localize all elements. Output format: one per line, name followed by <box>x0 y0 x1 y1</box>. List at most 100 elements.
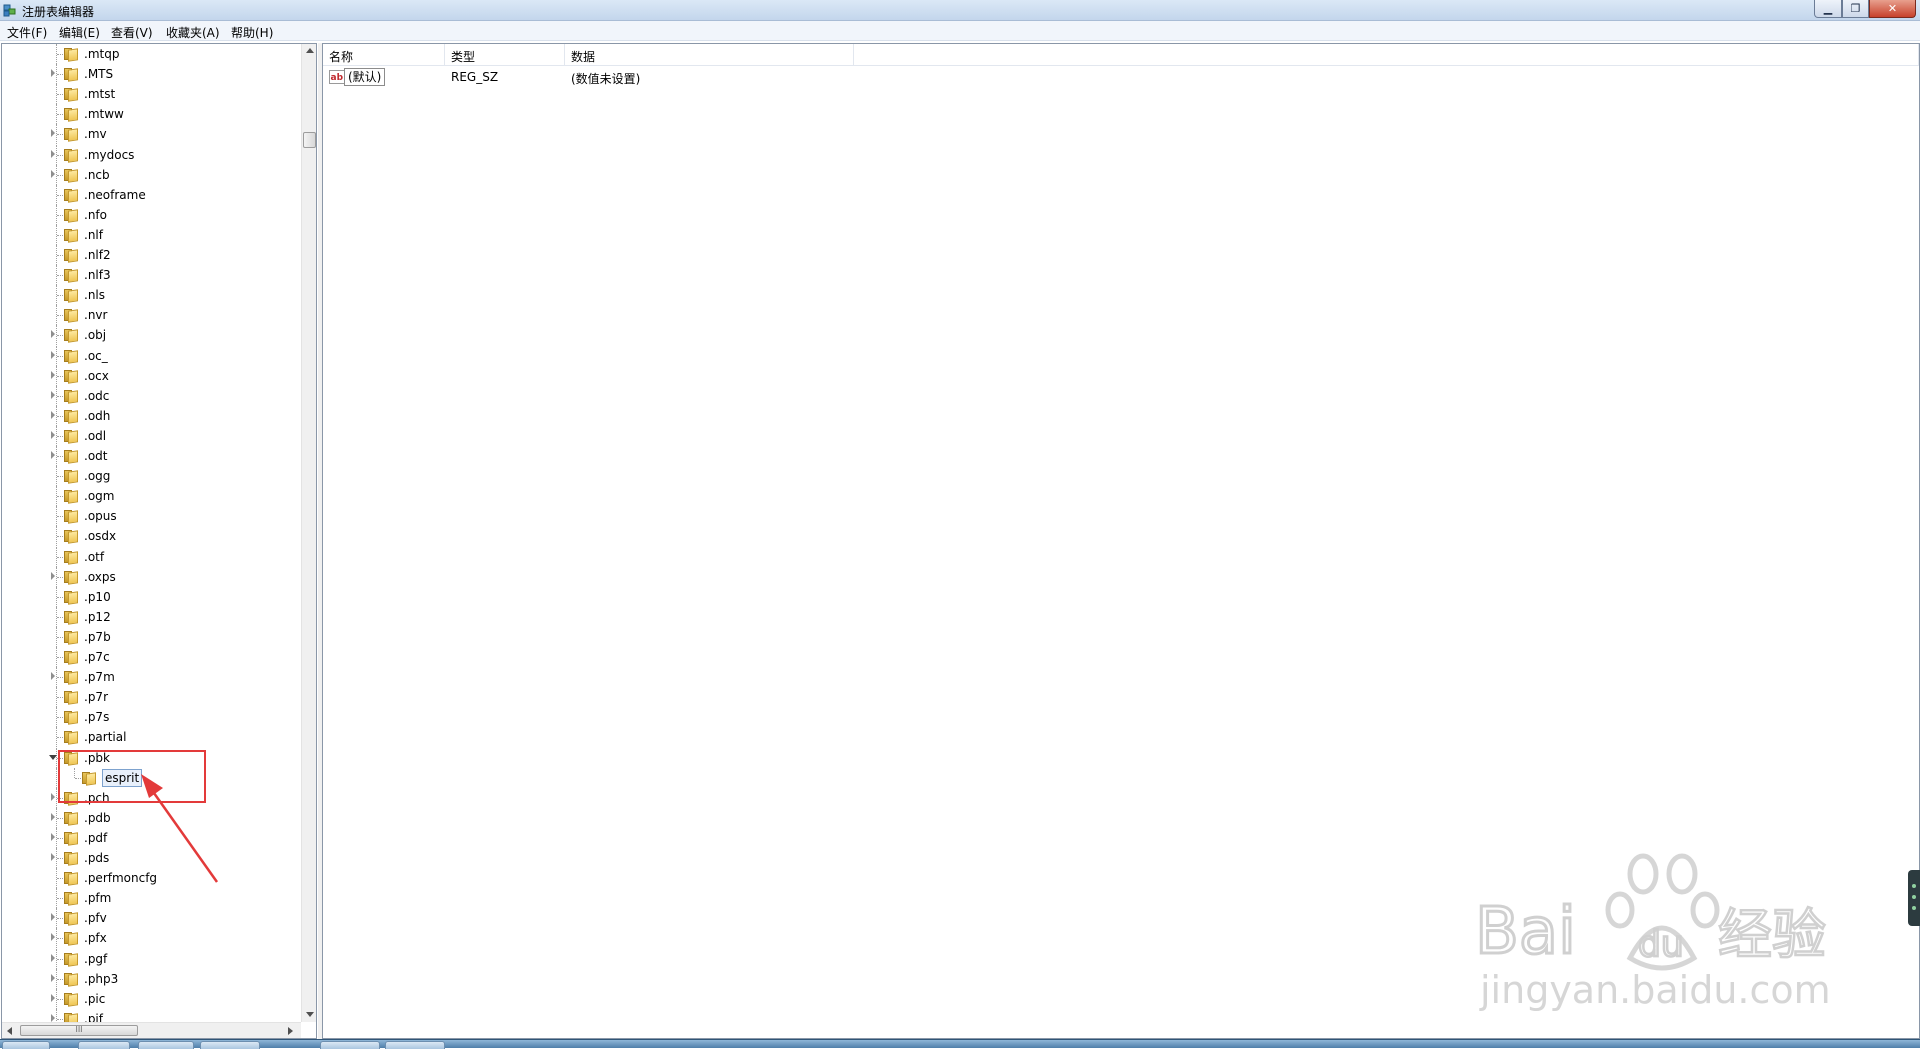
tree-key-ncb[interactable]: .ncb <box>2 165 300 185</box>
tree-key-odc[interactable]: .odc <box>2 386 300 406</box>
tree-key-mtqp[interactable]: .mtqp <box>2 44 300 64</box>
menu-favorites[interactable]: 收藏夹(A) <box>166 24 220 41</box>
expand-arrow-icon[interactable] <box>51 371 55 379</box>
folder-icon <box>64 188 79 203</box>
folder-icon <box>64 469 79 484</box>
expand-arrow-icon[interactable] <box>51 431 55 439</box>
expand-arrow-icon[interactable] <box>51 994 55 1002</box>
tree-key-oc[interactable]: .oc_ <box>2 346 300 366</box>
tree-item-label: .php3 <box>84 972 119 986</box>
tree-key-partial[interactable]: .partial <box>2 727 300 747</box>
expand-arrow-icon[interactable] <box>51 974 55 982</box>
expand-arrow-icon[interactable] <box>51 1014 55 1022</box>
tree-key-otf[interactable]: .otf <box>2 547 300 567</box>
tree-key-mv[interactable]: .mv <box>2 124 300 144</box>
folder-icon <box>64 570 79 585</box>
tree-key-obj[interactable]: .obj <box>2 325 300 345</box>
expand-arrow-icon[interactable] <box>51 672 55 680</box>
tree-key-ocx[interactable]: .ocx <box>2 366 300 386</box>
expand-arrow-icon[interactable] <box>51 813 55 821</box>
expand-arrow-icon[interactable] <box>51 129 55 137</box>
expand-arrow-icon[interactable] <box>51 933 55 941</box>
tree-key-mydocs[interactable]: .mydocs <box>2 145 300 165</box>
tree-key-p7m[interactable]: .p7m <box>2 667 300 687</box>
column-header-type[interactable]: 类型 <box>445 44 565 66</box>
tree-key-pic[interactable]: .pic <box>2 989 300 1009</box>
side-handle[interactable] <box>1908 870 1920 926</box>
tree-key-p7r[interactable]: .p7r <box>2 687 300 707</box>
tree-key-nlf3[interactable]: .nlf3 <box>2 265 300 285</box>
expand-arrow-icon[interactable] <box>51 391 55 399</box>
expand-arrow-icon[interactable] <box>51 351 55 359</box>
scroll-left-icon[interactable] <box>7 1027 12 1035</box>
scroll-thumb-horizontal[interactable]: III <box>20 1025 138 1036</box>
folder-icon <box>64 851 79 866</box>
expand-arrow-icon[interactable] <box>51 913 55 921</box>
expand-arrow-icon[interactable] <box>51 150 55 158</box>
tree-item-label: .pic <box>84 992 106 1006</box>
tree-key-nfo[interactable]: .nfo <box>2 205 300 225</box>
title-bar: 注册表编辑器 ▁ ❐ ✕ <box>0 0 1920 21</box>
minimize-button[interactable]: ▁ <box>1814 0 1842 18</box>
expand-arrow-icon[interactable] <box>51 793 55 801</box>
tree-key-nls[interactable]: .nls <box>2 285 300 305</box>
tree-vertical-scrollbar[interactable] <box>301 44 316 1022</box>
tree-key-nlf2[interactable]: .nlf2 <box>2 245 300 265</box>
expand-arrow-icon[interactable] <box>51 330 55 338</box>
tree-key-p7b[interactable]: .p7b <box>2 627 300 647</box>
menu-edit[interactable]: 编辑(E) <box>59 24 100 41</box>
scroll-up-icon[interactable] <box>306 48 314 53</box>
menu-view[interactable]: 查看(V) <box>111 24 153 41</box>
maximize-button[interactable]: ❐ <box>1842 0 1869 18</box>
tree-key-MTS[interactable]: .MTS <box>2 64 300 84</box>
expand-arrow-icon[interactable] <box>51 853 55 861</box>
expand-arrow-icon[interactable] <box>51 451 55 459</box>
value-name[interactable]: (默认) <box>344 68 386 86</box>
expand-arrow-icon[interactable] <box>51 954 55 962</box>
tree-key-pfv[interactable]: .pfv <box>2 908 300 928</box>
tree-item-label: .ogg <box>84 469 111 483</box>
tree-key-neoframe[interactable]: .neoframe <box>2 185 300 205</box>
tree-key-nlf[interactable]: .nlf <box>2 225 300 245</box>
tree-key-p7c[interactable]: .p7c <box>2 647 300 667</box>
tree-key-pfm[interactable]: .pfm <box>2 888 300 908</box>
expand-arrow-icon[interactable] <box>51 170 55 178</box>
column-header-name[interactable]: 名称 <box>323 44 445 66</box>
tree-key-odt[interactable]: .odt <box>2 446 300 466</box>
scroll-thumb[interactable] <box>303 132 316 148</box>
menu-file[interactable]: 文件(F) <box>7 24 47 41</box>
tree-key-pgf[interactable]: .pgf <box>2 949 300 969</box>
tree-item-label: .pgf <box>84 952 108 966</box>
tree-horizontal-scrollbar[interactable]: III <box>2 1022 301 1038</box>
tree-key-p10[interactable]: .p10 <box>2 587 300 607</box>
expand-arrow-icon[interactable] <box>51 833 55 841</box>
tree-key-ogg[interactable]: .ogg <box>2 466 300 486</box>
expand-arrow-icon[interactable] <box>51 572 55 580</box>
tree-key-nvr[interactable]: .nvr <box>2 305 300 325</box>
tree-key-php3[interactable]: .php3 <box>2 969 300 989</box>
tree-key-mtst[interactable]: .mtst <box>2 84 300 104</box>
scroll-right-icon[interactable] <box>288 1027 293 1035</box>
tree-key-odl[interactable]: .odl <box>2 426 300 446</box>
scroll-down-icon[interactable] <box>306 1012 314 1017</box>
collapse-arrow-icon[interactable] <box>49 755 57 760</box>
tree-key-odh[interactable]: .odh <box>2 406 300 426</box>
folder-icon <box>64 650 79 665</box>
tree-key-pfx[interactable]: .pfx <box>2 928 300 948</box>
tree-key-ogm[interactable]: .ogm <box>2 486 300 506</box>
folder-icon <box>64 529 79 544</box>
folder-icon <box>64 409 79 424</box>
tree-key-p12[interactable]: .p12 <box>2 607 300 627</box>
list-item[interactable]: ab (默认) REG_SZ (数值未设置) <box>323 67 1223 87</box>
folder-icon <box>64 871 79 886</box>
tree-key-mtww[interactable]: .mtww <box>2 104 300 124</box>
expand-arrow-icon[interactable] <box>51 411 55 419</box>
column-header-data[interactable]: 数据 <box>565 44 854 66</box>
tree-key-oxps[interactable]: .oxps <box>2 567 300 587</box>
menu-help[interactable]: 帮助(H) <box>231 24 273 41</box>
tree-key-opus[interactable]: .opus <box>2 506 300 526</box>
tree-key-p7s[interactable]: .p7s <box>2 707 300 727</box>
close-button[interactable]: ✕ <box>1869 0 1916 18</box>
expand-arrow-icon[interactable] <box>51 69 55 77</box>
tree-key-osdx[interactable]: .osdx <box>2 526 300 546</box>
